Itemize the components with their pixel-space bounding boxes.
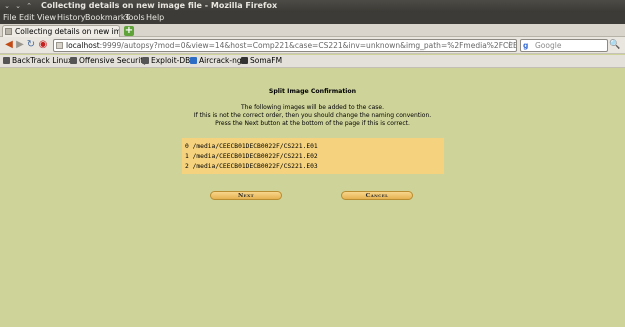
bookmark-somafm[interactable]: SomaFM [241, 55, 282, 67]
page-content: Split Image Confirmation The following i… [0, 69, 625, 327]
close-icon[interactable]: ⌄ [3, 2, 11, 10]
menu-history[interactable]: History [57, 12, 85, 24]
search-icon[interactable]: 🔍 [609, 40, 620, 51]
page-title: Split Image Confirmation [268, 88, 357, 95]
window-titlebar: ⌄ ⌄ ⌃ Collecting details on new image fi… [0, 0, 625, 12]
search-placeholder: Google [535, 41, 562, 50]
somafm-icon [241, 57, 248, 64]
menu-tools[interactable]: Tools [125, 12, 145, 24]
site-identity-icon[interactable] [56, 42, 63, 49]
page-icon [5, 28, 12, 35]
menu-view[interactable]: View [37, 12, 56, 24]
menu-edit[interactable]: Edit [19, 12, 35, 24]
new-tab-button[interactable]: + [124, 26, 134, 36]
tab-collecting-details[interactable]: Collecting details on new imag... [2, 25, 120, 37]
image-list: 0 /media/CEECB01DECB0022F/CS221.E01 1 /m… [182, 138, 444, 174]
offensive-security-icon [70, 57, 77, 64]
cancel-button[interactable]: Cancel [341, 191, 413, 200]
menu-help[interactable]: Help [146, 12, 164, 24]
url-path: :9999/autopsy?mod=0&view=14&host=Comp221… [99, 41, 517, 50]
url-host: localhost [66, 41, 100, 50]
minimize-icon[interactable]: ⌄ [14, 2, 22, 10]
menu-bookmarks[interactable]: Bookmarks [85, 12, 130, 24]
backtrack-icon [3, 57, 10, 64]
aircrack-icon [190, 57, 197, 64]
menu-file[interactable]: File [3, 12, 16, 24]
bookmarks-toolbar: BackTrack Linux Offensive Security Explo… [0, 55, 625, 68]
navigation-bar: ◀ ▶ ↻ ◉ localhost:9999/autopsy?mod=0&vie… [0, 37, 625, 54]
reload-icon[interactable]: ↻ [25, 39, 37, 51]
url-bar[interactable]: localhost:9999/autopsy?mod=0&view=14&hos… [53, 39, 517, 52]
image-list-item: 2 /media/CEECB01DECB0022F/CS221.E03 [185, 163, 318, 170]
maximize-icon[interactable]: ⌃ [25, 2, 33, 10]
bookmark-backtrack-linux[interactable]: BackTrack Linux [3, 55, 72, 67]
google-icon[interactable]: g [523, 40, 528, 51]
image-list-item: 0 /media/CEECB01DECB0022F/CS221.E01 [185, 143, 318, 150]
bookmark-exploit-db[interactable]: Exploit-DB [142, 55, 190, 67]
image-list-item: 1 /media/CEECB01DECB0022F/CS221.E02 [185, 153, 318, 160]
menu-bar: File Edit View History Bookmarks Tools H… [0, 12, 625, 24]
exploit-db-icon [142, 57, 149, 64]
bookmark-aircrack-ng[interactable]: Aircrack-ng [190, 55, 242, 67]
tab-bar: Collecting details on new imag... + [0, 24, 625, 37]
search-input[interactable]: g Google [520, 39, 608, 52]
stop-icon[interactable]: ◉ [37, 39, 49, 51]
info-line-2: If this is not the correct order, then y… [193, 112, 432, 119]
next-button[interactable]: Next [210, 191, 282, 200]
bookmark-offensive-security[interactable]: Offensive Security [70, 55, 148, 67]
bookmark-star-icon[interactable]: ☆ [506, 40, 514, 51]
info-line-3: Press the Next button at the bottom of t… [215, 120, 410, 127]
tab-label: Collecting details on new imag... [15, 27, 119, 36]
info-line-1: The following images will be added to th… [241, 104, 384, 111]
window-title: Collecting details on new image file - M… [41, 1, 278, 10]
